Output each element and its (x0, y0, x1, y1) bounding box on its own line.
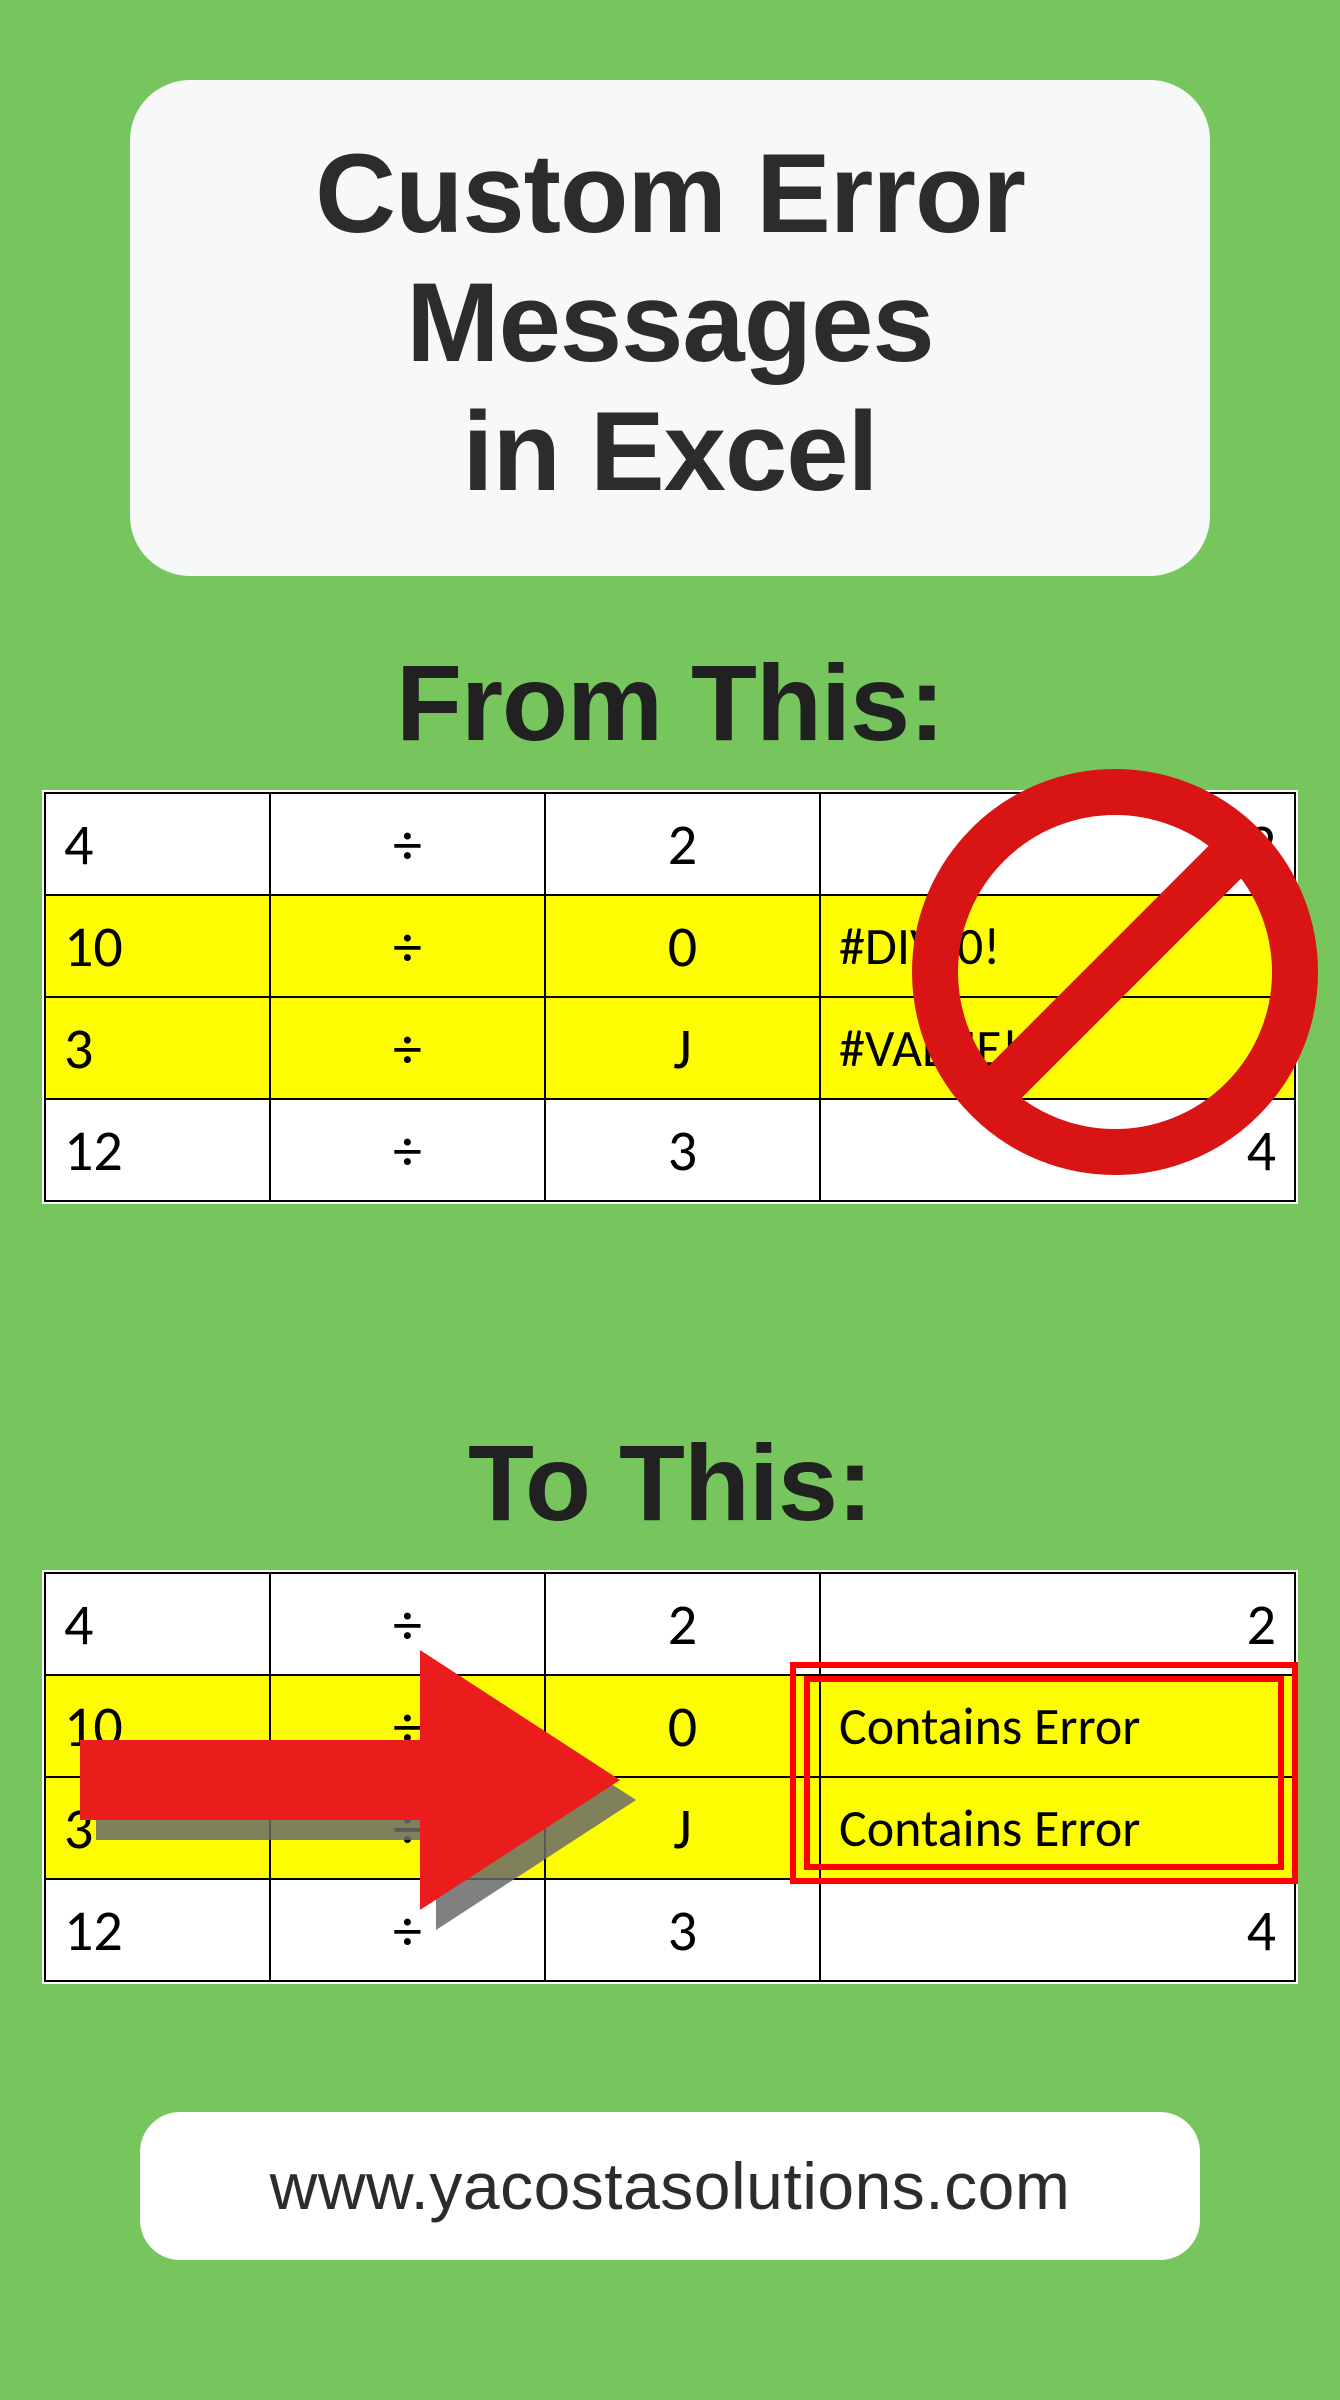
cell: 0 (545, 895, 820, 997)
cell: 2 (820, 793, 1295, 895)
cell-error: #VALUE! (820, 997, 1295, 1099)
cell: 4 (820, 1099, 1295, 1201)
cell: 0 (545, 1675, 820, 1777)
cell-custom-error: Contains Error (820, 1675, 1295, 1777)
table-to: 4 ÷ 2 2 10 ÷ 0 Contains Error 3 ÷ J Cont… (42, 1570, 1298, 1984)
cell: ÷ (270, 1099, 545, 1201)
title-line-1: Custom Error (315, 131, 1025, 256)
cell: 4 (45, 793, 270, 895)
table-row: 10 ÷ 0 Contains Error (45, 1675, 1295, 1777)
cell-error: #DIV/0! (820, 895, 1295, 997)
cell: 4 (820, 1879, 1295, 1981)
title-card: Custom Error Messages in Excel (130, 80, 1210, 576)
from-label: From This: (0, 640, 1340, 765)
table-row: 4 ÷ 2 2 (45, 793, 1295, 895)
footer-url-card: www.yacostasolutions.com (140, 2112, 1200, 2260)
title-line-3: in Excel (462, 389, 877, 514)
cell: 2 (545, 793, 820, 895)
cell: 3 (545, 1099, 820, 1201)
to-label: To This: (0, 1420, 1340, 1545)
table-row: 10 ÷ 0 #DIV/0! (45, 895, 1295, 997)
table-row: 4 ÷ 2 2 (45, 1573, 1295, 1675)
table-from: 4 ÷ 2 2 10 ÷ 0 #DIV/0! 3 ÷ J #VALUE! 12 … (42, 790, 1298, 1204)
spreadsheet-table-from: 4 ÷ 2 2 10 ÷ 0 #DIV/0! 3 ÷ J #VALUE! 12 … (44, 792, 1296, 1202)
cell: 3 (545, 1879, 820, 1981)
cell: J (545, 1777, 820, 1879)
cell: ÷ (270, 793, 545, 895)
cell: ÷ (270, 1777, 545, 1879)
table-row: 3 ÷ J Contains Error (45, 1777, 1295, 1879)
cell: ÷ (270, 1573, 545, 1675)
cell: 3 (45, 997, 270, 1099)
table-row: 12 ÷ 3 4 (45, 1099, 1295, 1201)
cell: 12 (45, 1099, 270, 1201)
cell: 12 (45, 1879, 270, 1981)
cell: 2 (820, 1573, 1295, 1675)
cell-custom-error: Contains Error (820, 1777, 1295, 1879)
cell: ÷ (270, 1879, 545, 1981)
footer-url: www.yacostasolutions.com (270, 2149, 1071, 2223)
cell: 4 (45, 1573, 270, 1675)
cell: ÷ (270, 997, 545, 1099)
cell: ÷ (270, 895, 545, 997)
cell: 2 (545, 1573, 820, 1675)
cell: 10 (45, 895, 270, 997)
cell: ÷ (270, 1675, 545, 1777)
cell: J (545, 997, 820, 1099)
cell: 10 (45, 1675, 270, 1777)
cell: 3 (45, 1777, 270, 1879)
table-row: 12 ÷ 3 4 (45, 1879, 1295, 1981)
spreadsheet-table-to: 4 ÷ 2 2 10 ÷ 0 Contains Error 3 ÷ J Cont… (44, 1572, 1296, 1982)
title-text: Custom Error Messages in Excel (170, 130, 1170, 516)
title-line-2: Messages (406, 260, 933, 385)
table-row: 3 ÷ J #VALUE! (45, 997, 1295, 1099)
